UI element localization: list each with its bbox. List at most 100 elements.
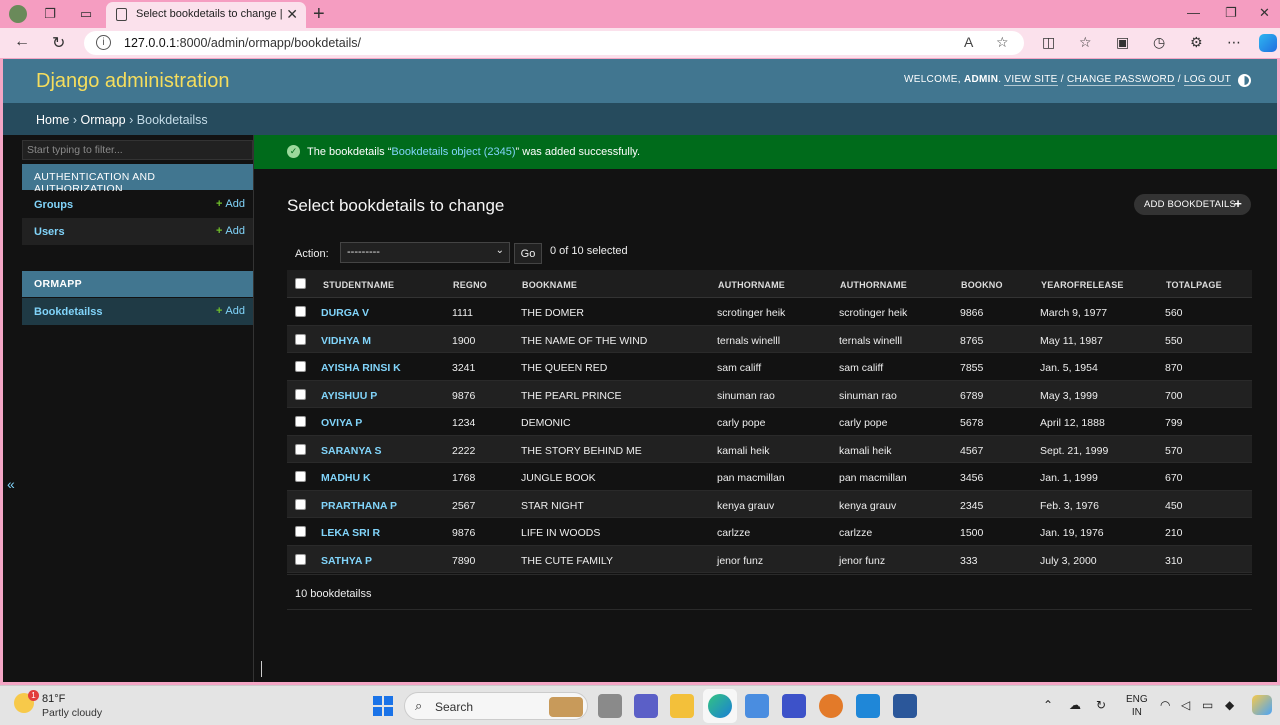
jupyter-icon[interactable] bbox=[819, 694, 843, 718]
edge-icon[interactable] bbox=[708, 694, 732, 718]
bookdetailss-add-link[interactable]: + Add bbox=[216, 305, 245, 317]
row-checkbox[interactable] bbox=[295, 443, 306, 455]
new-tab-icon[interactable]: + bbox=[313, 3, 325, 26]
refresh-icon[interactable]: ↻ bbox=[52, 33, 65, 53]
copilot-taskbar-icon[interactable] bbox=[1252, 695, 1272, 715]
change-password-link[interactable]: CHANGE PASSWORD bbox=[1066, 74, 1175, 86]
users-add-link[interactable]: + Add bbox=[216, 225, 245, 237]
row-checkbox[interactable] bbox=[295, 498, 306, 510]
cell-studentname[interactable]: DURGA V bbox=[321, 307, 369, 319]
weather-condition[interactable]: Partly cloudy bbox=[42, 707, 102, 719]
column-header-regno[interactable]: REGNO bbox=[453, 280, 487, 290]
row-checkbox[interactable] bbox=[295, 526, 306, 537]
task-view-icon[interactable] bbox=[598, 694, 622, 718]
start-icon[interactable] bbox=[373, 696, 393, 716]
row-checkbox[interactable] bbox=[295, 333, 306, 345]
cell-studentname[interactable]: VIDHYA M bbox=[321, 335, 371, 347]
url-field[interactable]: i 127.0.0.1:8000/admin/ormapp/bookdetail… bbox=[84, 31, 1024, 55]
column-header-bookno[interactable]: BOOKNO bbox=[961, 280, 1003, 290]
sync-icon[interactable]: ↻ bbox=[1096, 698, 1106, 712]
more-menu-icon[interactable]: ⋯ bbox=[1227, 34, 1241, 51]
copilot-icon[interactable] bbox=[1259, 34, 1277, 52]
profile-avatar-icon[interactable] bbox=[9, 5, 27, 23]
teams-icon[interactable] bbox=[634, 694, 658, 718]
battery-icon[interactable]: ▭ bbox=[1202, 698, 1213, 712]
log-out-link[interactable]: LOG OUT bbox=[1183, 74, 1231, 86]
cell-studentname[interactable]: OVIYA P bbox=[321, 417, 362, 429]
row-checkbox[interactable] bbox=[295, 553, 306, 565]
auth-module-caption[interactable]: AUTHENTICATION AND AUTHORIZATION bbox=[22, 164, 253, 195]
add-bookdetails-button[interactable]: ADD BOOKDETAILS + bbox=[1134, 194, 1251, 215]
show-hidden-icons-icon[interactable]: ⌃ bbox=[1043, 698, 1053, 712]
cell-studentname[interactable]: MADHU K bbox=[321, 472, 371, 484]
taskbar-search[interactable]: ⌕ Search bbox=[404, 692, 588, 720]
go-button[interactable]: Go bbox=[514, 243, 542, 264]
back-icon[interactable]: ← bbox=[14, 33, 30, 51]
file-explorer-icon[interactable] bbox=[670, 694, 694, 718]
sidebar-item-users[interactable]: Users + Add bbox=[22, 218, 253, 245]
nav-filter-input[interactable]: Start typing to filter... bbox=[22, 140, 253, 160]
theme-toggle-icon[interactable] bbox=[1238, 74, 1251, 87]
favorite-star-icon[interactable]: ☆ bbox=[996, 34, 1009, 51]
cell-authorname: pan macmillan bbox=[717, 472, 785, 484]
cell-studentname[interactable]: SATHYA P bbox=[321, 555, 372, 567]
word-icon[interactable] bbox=[893, 694, 917, 718]
column-header-authorname-2[interactable]: AUTHORNAME bbox=[840, 280, 907, 290]
volume-muted-icon[interactable]: ◁ bbox=[1181, 698, 1190, 712]
cell-studentname[interactable]: LEKA SRI R bbox=[321, 527, 380, 539]
close-tab-icon[interactable]: ✕ bbox=[286, 6, 298, 23]
column-header-bookname[interactable]: BOOKNAME bbox=[522, 280, 577, 290]
cell-bookname: THE STORY BEHIND ME bbox=[521, 444, 642, 457]
cell-studentname[interactable]: SARANYA S bbox=[321, 445, 382, 457]
cell-studentname[interactable]: AYISHUU P bbox=[321, 390, 377, 402]
breadcrumb-app[interactable]: Ormapp bbox=[80, 113, 125, 127]
onedrive-icon[interactable]: ☁ bbox=[1069, 698, 1081, 712]
select-all-checkbox[interactable] bbox=[295, 278, 306, 289]
groups-add-link[interactable]: + Add bbox=[216, 198, 245, 210]
row-checkbox[interactable] bbox=[295, 361, 306, 372]
column-header-authorname[interactable]: AUTHORNAME bbox=[718, 280, 785, 290]
cell-studentname[interactable]: AYISHA RINSI K bbox=[321, 362, 401, 374]
language-indicator[interactable]: ENG IN bbox=[1126, 693, 1148, 719]
restore-icon[interactable]: ❐ bbox=[1225, 5, 1237, 21]
row-checkbox[interactable] bbox=[295, 306, 306, 317]
ormapp-module-caption[interactable]: ORMAPP bbox=[22, 271, 253, 297]
minimize-icon[interactable]: — bbox=[1187, 5, 1200, 20]
users-link[interactable]: Users bbox=[34, 226, 65, 238]
site-brand[interactable]: Django administration bbox=[36, 70, 229, 93]
sidebar-item-groups[interactable]: Groups + Add bbox=[22, 191, 253, 218]
column-header-totalpage[interactable]: TOTALPAGE bbox=[1166, 280, 1222, 290]
site-info-icon[interactable]: i bbox=[96, 35, 111, 50]
extensions-icon[interactable]: ⚙ bbox=[1190, 34, 1203, 51]
result-list-table: STUDENTNAME REGNO BOOKNAME AUTHORNAME AU… bbox=[287, 270, 1252, 573]
added-object-link[interactable]: Bookdetails object (2345) bbox=[391, 146, 515, 158]
workspaces-icon[interactable]: ❐ bbox=[42, 6, 58, 22]
store-icon[interactable] bbox=[745, 694, 769, 718]
collections-icon[interactable]: ▣ bbox=[1116, 34, 1129, 51]
vscode-icon[interactable] bbox=[856, 694, 880, 718]
row-checkbox[interactable] bbox=[295, 471, 306, 482]
weather-temp[interactable]: 81°F bbox=[42, 693, 65, 705]
cell-studentname[interactable]: PRARTHANA P bbox=[321, 500, 397, 512]
app-icon[interactable] bbox=[782, 694, 806, 718]
active-browser-tab[interactable]: Select bookdetails to change | Dj ✕ bbox=[106, 2, 306, 28]
toggle-sidebar-icon[interactable]: « bbox=[7, 476, 15, 492]
tab-actions-icon[interactable]: ▭ bbox=[78, 6, 94, 22]
wifi-icon[interactable]: ◠ bbox=[1160, 698, 1170, 712]
history-icon[interactable]: ◷ bbox=[1153, 34, 1165, 51]
view-site-link[interactable]: VIEW SITE bbox=[1004, 74, 1058, 86]
bookdetailss-link[interactable]: Bookdetailss bbox=[34, 306, 102, 318]
column-header-yearofrelease[interactable]: YEAROFRELEASE bbox=[1041, 280, 1124, 290]
row-checkbox[interactable] bbox=[295, 416, 306, 427]
sidebar-item-bookdetailss[interactable]: Bookdetailss + Add bbox=[22, 298, 253, 325]
read-aloud-icon[interactable]: A bbox=[964, 34, 973, 50]
close-window-icon[interactable]: ✕ bbox=[1259, 5, 1270, 21]
action-select[interactable]: --------- ⌄ bbox=[340, 242, 510, 263]
column-header-studentname[interactable]: STUDENTNAME bbox=[323, 280, 394, 290]
favorites-icon[interactable]: ☆ bbox=[1079, 34, 1092, 51]
groups-link[interactable]: Groups bbox=[34, 199, 73, 211]
split-screen-icon[interactable]: ◫ bbox=[1042, 34, 1055, 51]
row-checkbox[interactable] bbox=[295, 388, 306, 400]
notifications-icon[interactable]: ◆ bbox=[1225, 698, 1234, 712]
breadcrumb-home[interactable]: Home bbox=[36, 113, 69, 127]
